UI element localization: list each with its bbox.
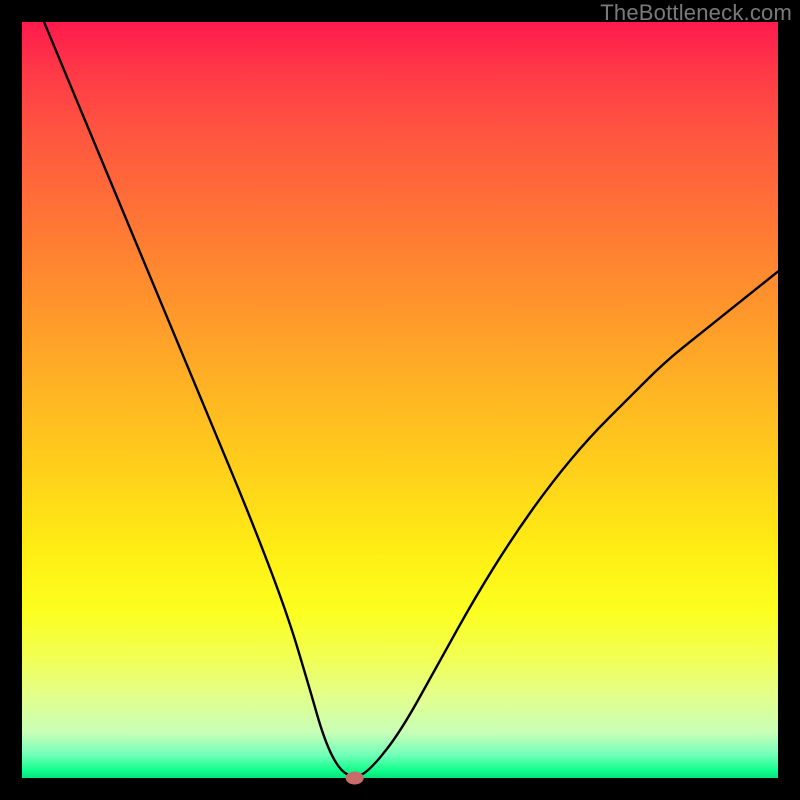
chart-plot-area: [22, 22, 778, 778]
bottleneck-curve: [22, 0, 778, 776]
chart-svg: [22, 22, 778, 778]
optimum-marker: [346, 772, 364, 785]
chart-frame: TheBottleneck.com: [0, 0, 800, 800]
watermark-text: TheBottleneck.com: [600, 0, 792, 26]
